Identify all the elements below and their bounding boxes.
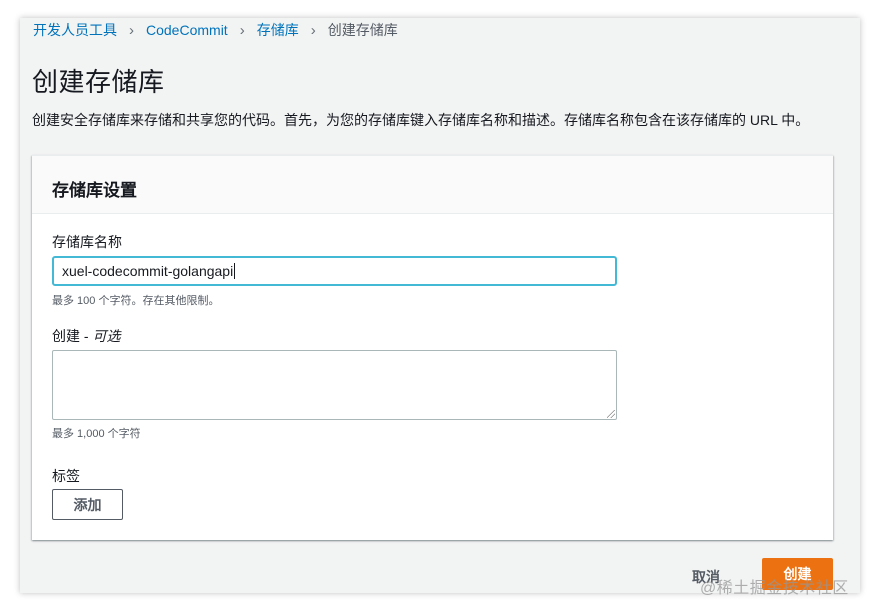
repository-name-hint: 最多 100 个字符。存在其他限制。	[52, 295, 220, 307]
breadcrumb-developer-tools[interactable]: 开发人员工具	[33, 20, 117, 40]
breadcrumb-codecommit[interactable]: CodeCommit	[146, 22, 228, 38]
description-label-text: 创建 -	[52, 328, 93, 344]
chevron-right-icon: ›	[129, 21, 134, 39]
text-caret	[234, 263, 236, 279]
breadcrumb: 开发人员工具 › CodeCommit › 存储库 › 创建存储库	[33, 20, 398, 40]
description-label: 创建 - 可选	[52, 326, 120, 346]
repository-settings-panel: 存储库设置 存储库名称 xuel-codecommit-golangapi 最多…	[32, 155, 833, 540]
add-tag-button[interactable]: 添加	[52, 489, 123, 520]
console-frame: 开发人员工具 › CodeCommit › 存储库 › 创建存储库 创建存储库 …	[20, 18, 860, 593]
repository-name-input[interactable]: xuel-codecommit-golangapi	[52, 256, 617, 286]
description-hint: 最多 1,000 个字符	[52, 428, 141, 440]
breadcrumb-repositories[interactable]: 存储库	[257, 20, 299, 40]
description-textarea[interactable]	[52, 350, 617, 420]
page-title: 创建存储库	[32, 67, 165, 97]
repository-name-label: 存储库名称	[52, 234, 122, 250]
repository-name-value: xuel-codecommit-golangapi	[62, 263, 234, 279]
optional-tag: 可选	[92, 328, 121, 344]
breadcrumb-current: 创建存储库	[327, 22, 398, 38]
panel-title: 存储库设置	[52, 181, 137, 200]
chevron-right-icon: ›	[239, 21, 245, 39]
chevron-right-icon: ›	[310, 21, 316, 39]
panel-header: 存储库设置	[32, 156, 833, 214]
watermark-text: @稀土掘金技术社区	[700, 580, 849, 597]
tags-label: 标签	[52, 468, 80, 484]
page-description: 创建安全存储库来存储和共享您的代码。首先，为您的存储库键入存储库名称和描述。存储…	[32, 112, 810, 128]
resize-handle-icon[interactable]	[607, 410, 615, 418]
